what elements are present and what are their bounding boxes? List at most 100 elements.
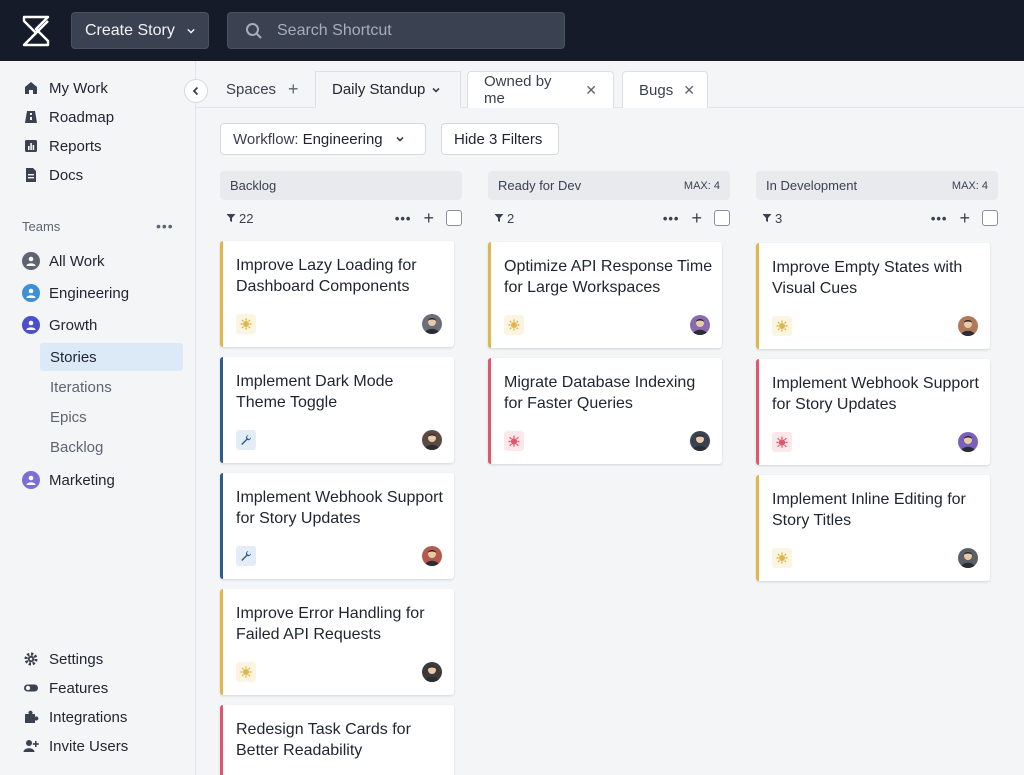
story-card[interactable]: Implement Dark Mode Theme Toggle xyxy=(220,357,454,463)
story-card[interactable]: Improve Error Handling for Failed API Re… xyxy=(220,589,454,695)
sidebar-item-engineering[interactable]: Engineering xyxy=(22,282,129,304)
roadmap-icon xyxy=(22,108,40,126)
column-tools: 3 ••• + xyxy=(756,208,998,228)
avatar[interactable] xyxy=(422,546,442,566)
sidebar-subitem-backlog[interactable]: Backlog xyxy=(40,433,183,461)
close-tab-icon[interactable]: ✕ xyxy=(683,82,695,99)
workflow-select[interactable]: Workflow: Engineering xyxy=(220,123,426,155)
feature-icon xyxy=(772,316,792,336)
sidebar-item-label: Roadmap xyxy=(49,108,115,126)
story-card[interactable]: Improve Empty States with Visual Cues xyxy=(756,243,990,349)
more-icon[interactable]: ••• xyxy=(663,211,680,226)
bug-icon xyxy=(504,431,524,451)
shortcut-logo-icon[interactable] xyxy=(18,13,54,49)
sidebar-item-integrations[interactable]: Integrations xyxy=(22,706,127,728)
home-icon xyxy=(22,79,40,97)
tab-label: Spaces xyxy=(226,81,277,98)
team-avatar-icon xyxy=(22,252,40,270)
sidebar-item-reports[interactable]: Reports xyxy=(22,135,102,157)
feature-icon xyxy=(772,548,792,568)
add-user-icon xyxy=(22,737,40,755)
select-all-checkbox[interactable] xyxy=(982,210,998,226)
team-avatar-icon xyxy=(22,471,40,489)
add-story-icon[interactable]: + xyxy=(423,208,434,229)
select-all-checkbox[interactable] xyxy=(446,210,462,226)
collapse-sidebar-button[interactable] xyxy=(184,79,208,103)
story-card[interactable]: Improve Lazy Loading for Dashboard Compo… xyxy=(220,241,454,347)
tab-label: Daily Standup xyxy=(332,81,426,98)
sidebar-subitem-stories[interactable]: Stories xyxy=(40,343,183,371)
toggle-icon xyxy=(22,679,40,697)
avatar[interactable] xyxy=(422,662,442,682)
tab-daily-standup[interactable]: Daily Standup xyxy=(315,71,461,108)
more-icon[interactable]: ••• xyxy=(931,211,948,226)
column-max: MAX: 4 xyxy=(951,179,988,192)
sidebar-item-my-work[interactable]: My Work xyxy=(22,77,108,99)
sidebar-item-marketing[interactable]: Marketing xyxy=(22,469,115,491)
sidebar-subitem-iterations[interactable]: Iterations xyxy=(40,373,183,401)
story-title: Implement Webhook Support for Story Upda… xyxy=(236,489,443,527)
workflow-value: Engineering xyxy=(302,130,383,148)
sidebar-item-label: Marketing xyxy=(49,471,115,489)
tab-label: Owned by me xyxy=(484,73,552,107)
story-card[interactable]: Optimize API Response Time for Large Wor… xyxy=(488,242,722,348)
story-title: Improve Empty States with Visual Cues xyxy=(772,259,963,297)
search-icon xyxy=(246,22,262,39)
close-tab-icon[interactable]: ✕ xyxy=(585,82,597,99)
filter-count: 22 xyxy=(226,211,253,226)
create-story-button[interactable]: Create Story xyxy=(71,12,209,49)
sidebar-item-docs[interactable]: Docs xyxy=(22,164,83,186)
team-avatar-icon xyxy=(22,316,40,334)
teams-more-icon[interactable]: ••• xyxy=(156,218,174,234)
sidebar-item-label: Settings xyxy=(49,650,104,668)
filter-icon xyxy=(226,214,236,222)
avatar[interactable] xyxy=(422,430,442,450)
filter-count: 2 xyxy=(494,211,514,226)
workflow-prefix: Workflow: xyxy=(233,130,299,148)
search-placeholder: Search Shortcut xyxy=(277,21,392,39)
story-title: Optimize API Response Time for Large Wor… xyxy=(504,258,713,296)
sidebar-item-settings[interactable]: Settings xyxy=(22,648,103,670)
avatar[interactable] xyxy=(958,316,978,336)
add-story-icon[interactable]: + xyxy=(691,208,702,229)
story-title: Implement Dark Mode Theme Toggle xyxy=(236,373,394,411)
tab-spaces[interactable]: Spaces + xyxy=(210,71,315,108)
column-header-backlog: Backlog xyxy=(220,171,462,200)
sidebar-item-invite-users[interactable]: Invite Users xyxy=(22,735,128,757)
sidebar-item-features[interactable]: Features xyxy=(22,677,108,699)
search-input[interactable]: Search Shortcut xyxy=(227,12,565,49)
tab-bugs[interactable]: Bugs ✕ xyxy=(622,71,708,108)
sidebar-item-all-work[interactable]: All Work xyxy=(22,250,105,272)
avatar[interactable] xyxy=(958,548,978,568)
avatar[interactable] xyxy=(690,431,710,451)
avatar[interactable] xyxy=(690,315,710,335)
bug-icon xyxy=(772,432,792,452)
reports-icon xyxy=(22,137,40,155)
tab-owned-by-me[interactable]: Owned by me ✕ xyxy=(467,71,614,108)
story-card[interactable]: Implement Webhook Support for Story Upda… xyxy=(220,473,454,579)
team-avatar-icon xyxy=(22,284,40,302)
story-card[interactable]: Redesign Task Cards for Better Readabili… xyxy=(220,705,454,775)
add-space-icon[interactable]: + xyxy=(288,79,299,100)
sidebar-item-roadmap[interactable]: Roadmap xyxy=(22,106,114,128)
avatar[interactable] xyxy=(958,432,978,452)
column-title: Backlog xyxy=(230,178,277,193)
column-max: MAX: 4 xyxy=(683,179,720,192)
more-icon[interactable]: ••• xyxy=(395,211,412,226)
avatar[interactable] xyxy=(422,314,442,334)
column-count: 22 xyxy=(239,210,254,226)
story-card[interactable]: Implement Webhook Support for Story Upda… xyxy=(756,359,990,465)
sidebar-item-label: Invite Users xyxy=(49,737,129,755)
story-card[interactable]: Implement Inline Editing for Story Title… xyxy=(756,475,990,581)
add-story-icon[interactable]: + xyxy=(959,208,970,229)
sidebar-subitem-epics[interactable]: Epics xyxy=(40,403,183,431)
sidebar-item-label: Growth xyxy=(49,316,98,334)
hide-filters-button[interactable]: Hide 3 Filters xyxy=(441,123,559,155)
sidebar-item-growth[interactable]: Growth xyxy=(22,314,97,336)
create-story-label: Create Story xyxy=(85,21,175,39)
story-title: Implement Inline Editing for Story Title… xyxy=(772,491,966,529)
select-all-checkbox[interactable] xyxy=(714,210,730,226)
filter-icon xyxy=(762,214,772,222)
story-card[interactable]: Migrate Database Indexing for Faster Que… xyxy=(488,358,722,464)
story-title: Implement Webhook Support for Story Upda… xyxy=(772,375,979,413)
